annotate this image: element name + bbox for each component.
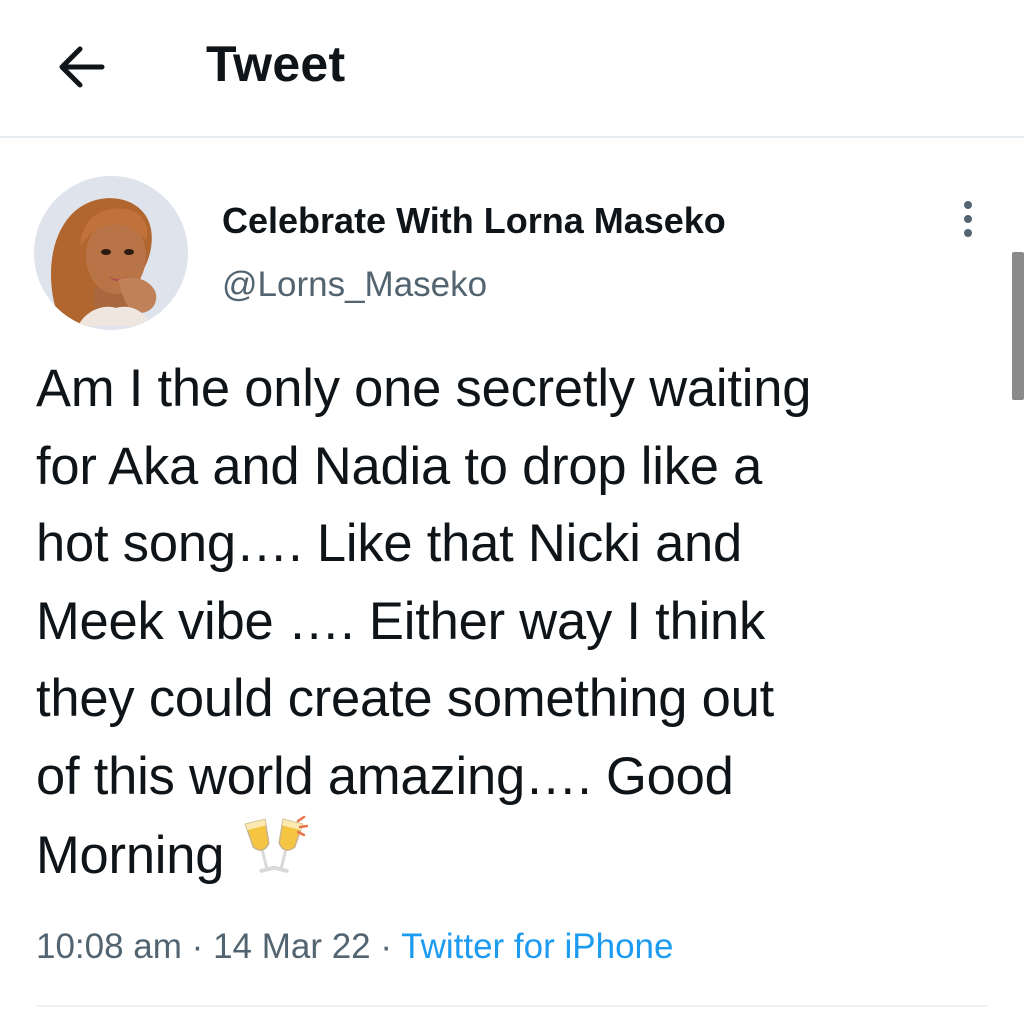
- top-app-bar: Tweet: [0, 0, 1024, 138]
- tweet-time: 10:08 am: [36, 927, 182, 966]
- scrollbar-thumb[interactable]: [1012, 252, 1024, 400]
- arrow-left-icon: [59, 46, 105, 88]
- page-title: Tweet: [206, 36, 346, 92]
- profile-photo: [34, 176, 188, 330]
- author-handle[interactable]: @Lorns_Maseko: [222, 262, 487, 308]
- more-options-button[interactable]: [948, 194, 988, 244]
- back-button[interactable]: [50, 36, 112, 98]
- tweet-text: Am I the only one secretly waiting for A…: [36, 359, 812, 885]
- meta-separator: ·: [191, 927, 204, 966]
- more-vertical-icon: [964, 201, 972, 237]
- avatar[interactable]: [34, 176, 188, 330]
- tweet-source-link[interactable]: Twitter for iPhone: [401, 927, 673, 966]
- author-display-name[interactable]: Celebrate With Lorna Maseko: [222, 198, 726, 244]
- divider: [36, 1005, 988, 1007]
- meta-separator: ·: [380, 927, 393, 966]
- tweet-metadata: 10:08 am · 14 Mar 22 · Twitter for iPhon…: [36, 922, 673, 972]
- clinking-glasses-icon: [242, 815, 309, 903]
- tweet-date: 14 Mar 22: [213, 927, 371, 966]
- tweet-body: Am I the only one secretly waiting for A…: [36, 350, 986, 903]
